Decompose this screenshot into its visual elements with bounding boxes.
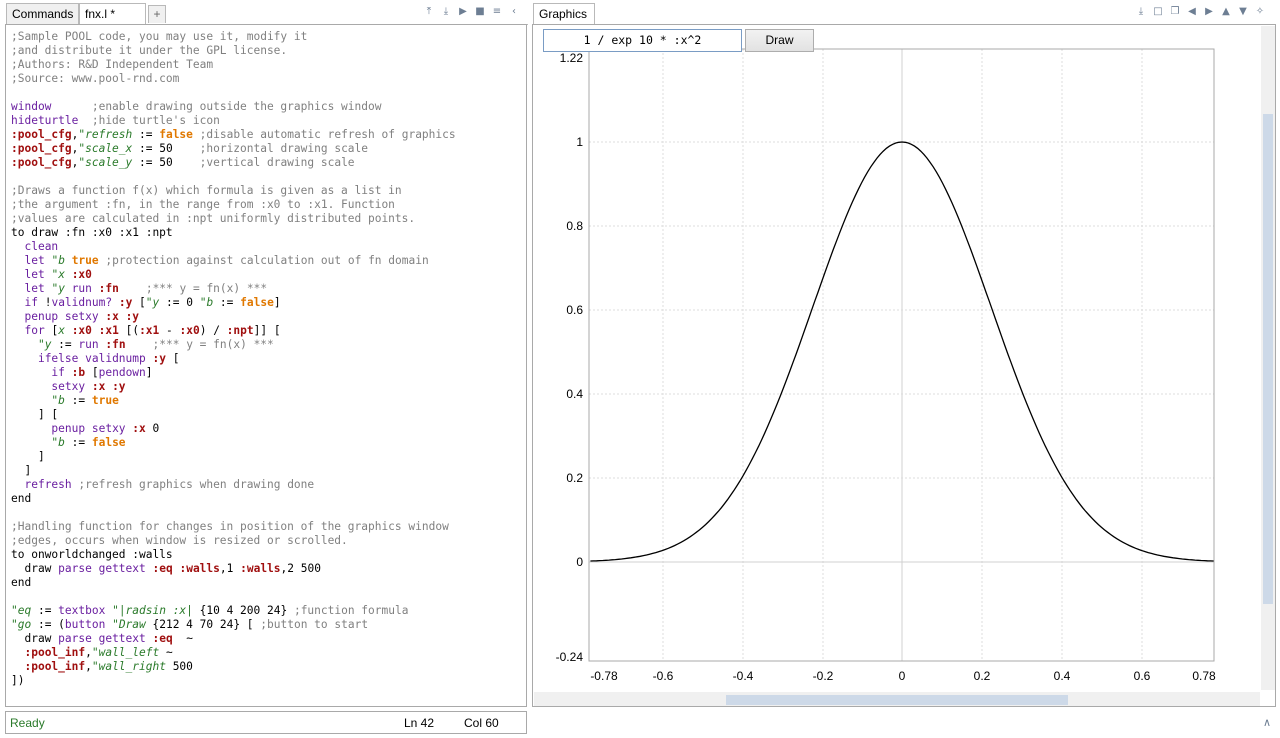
x-tick-label: 0 [899, 669, 906, 683]
y-tick-label: 1 [576, 135, 583, 149]
y-tick-label: -0.24 [556, 650, 584, 664]
x-tick-label: 0.4 [1054, 669, 1071, 683]
x-tick-label: -0.2 [813, 669, 834, 683]
x-tick-label: 0.78 [1192, 669, 1216, 683]
formula-input[interactable]: 1 / exp 10 * :x^2 [543, 29, 742, 52]
x-tick-label: -0.4 [733, 669, 754, 683]
horizontal-scroll-thumb[interactable] [726, 695, 1068, 705]
y-tick-label: 0.6 [566, 303, 583, 317]
y-tick-label: 0.8 [566, 219, 583, 233]
x-tick-label: 0.2 [974, 669, 991, 683]
x-tick-label: -0.6 [653, 669, 674, 683]
draw-button[interactable]: Draw [745, 29, 814, 52]
vertical-scroll-thumb[interactable] [1263, 114, 1273, 604]
y-tick-label: 0 [576, 555, 583, 569]
y-tick-label: 0.2 [566, 471, 583, 485]
x-tick-label: 0.6 [1134, 669, 1151, 683]
x-tick-label: -0.78 [590, 669, 618, 683]
y-tick-label: 1.22 [560, 51, 584, 65]
plot-area: -0.78 -0.6 -0.4 -0.2 0 0.2 0.4 0.6 0.78 1.22 1 0.8 0… [556, 48, 1216, 683]
y-tick-label: 0.4 [566, 387, 583, 401]
